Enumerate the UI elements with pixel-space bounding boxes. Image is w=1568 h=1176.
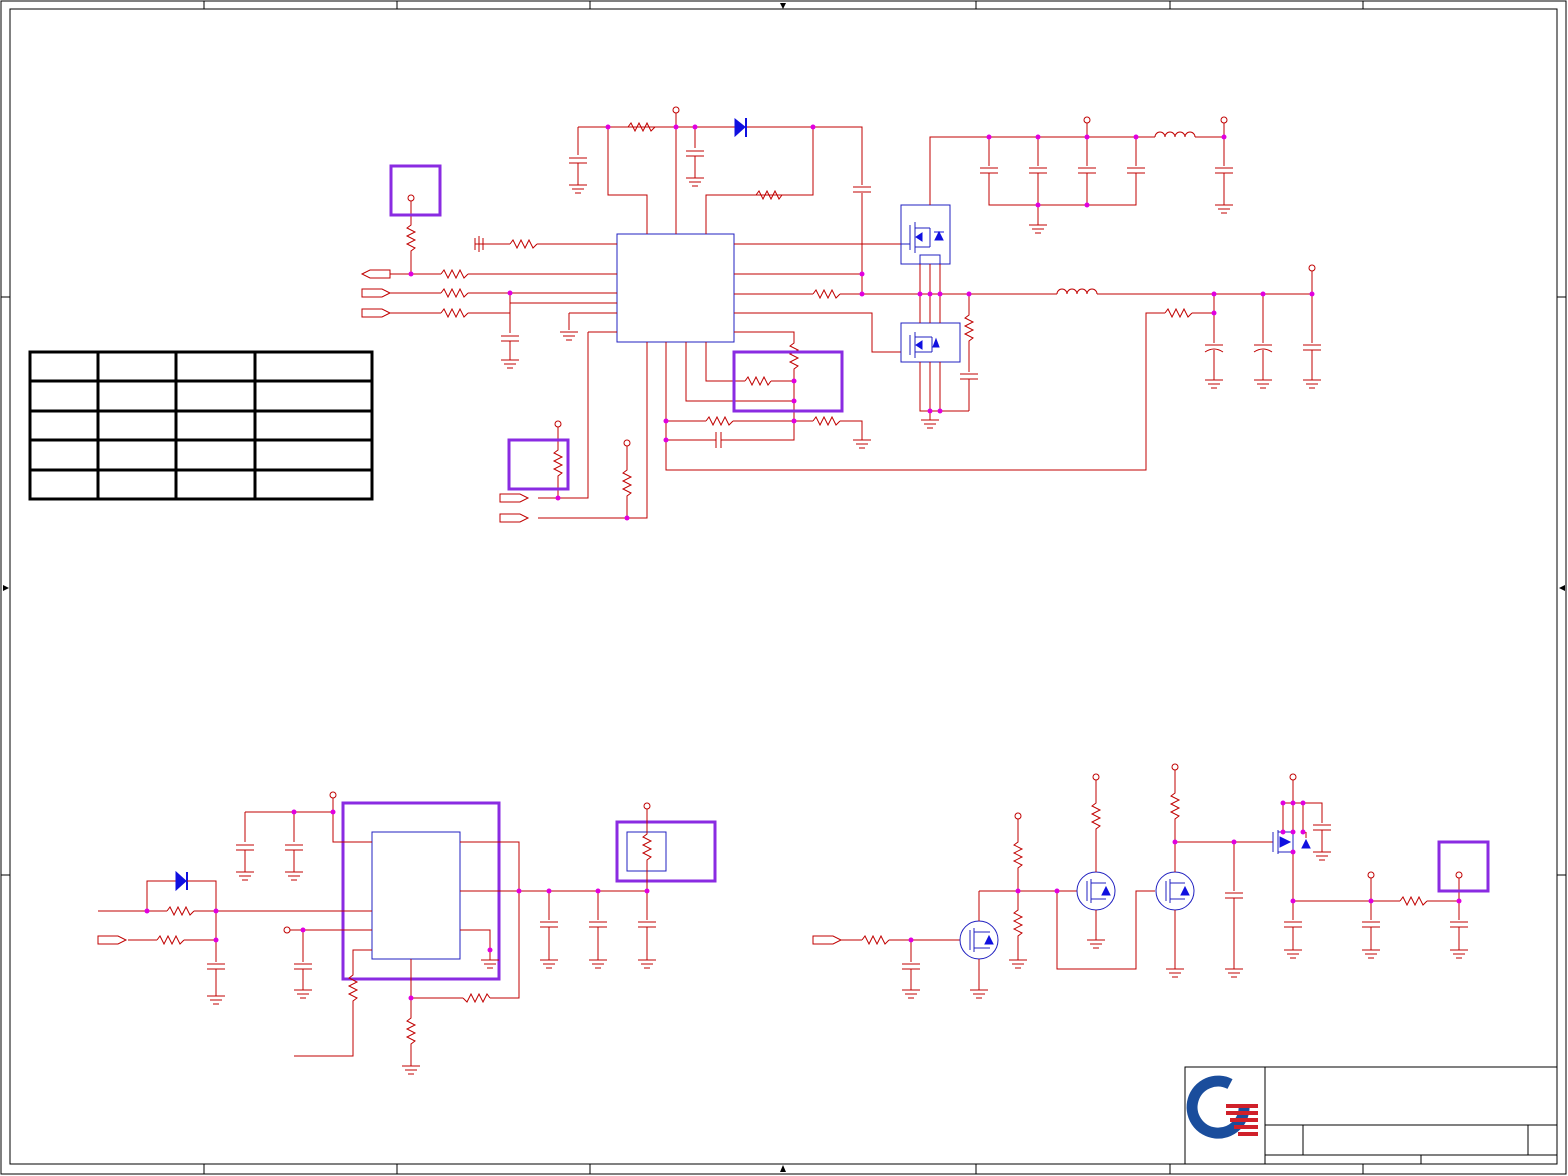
load-switch-circuit [812, 763, 1490, 999]
highlight-box-pullup-2 [507, 438, 570, 491]
ldo-ic [371, 831, 461, 960]
highlight-box-pullup [389, 164, 442, 217]
specification-table [28, 350, 374, 501]
title-block [1184, 1066, 1558, 1165]
highlight-box-output [1437, 840, 1490, 893]
drawing-frame [0, 0, 1567, 1175]
schematic-sheet [0, 0, 1568, 1176]
buck-controller-circuit [360, 106, 1321, 523]
company-logo-icon [1186, 1075, 1258, 1139]
controller-ic [616, 233, 735, 343]
ldo-regulator-circuit [97, 791, 717, 1075]
